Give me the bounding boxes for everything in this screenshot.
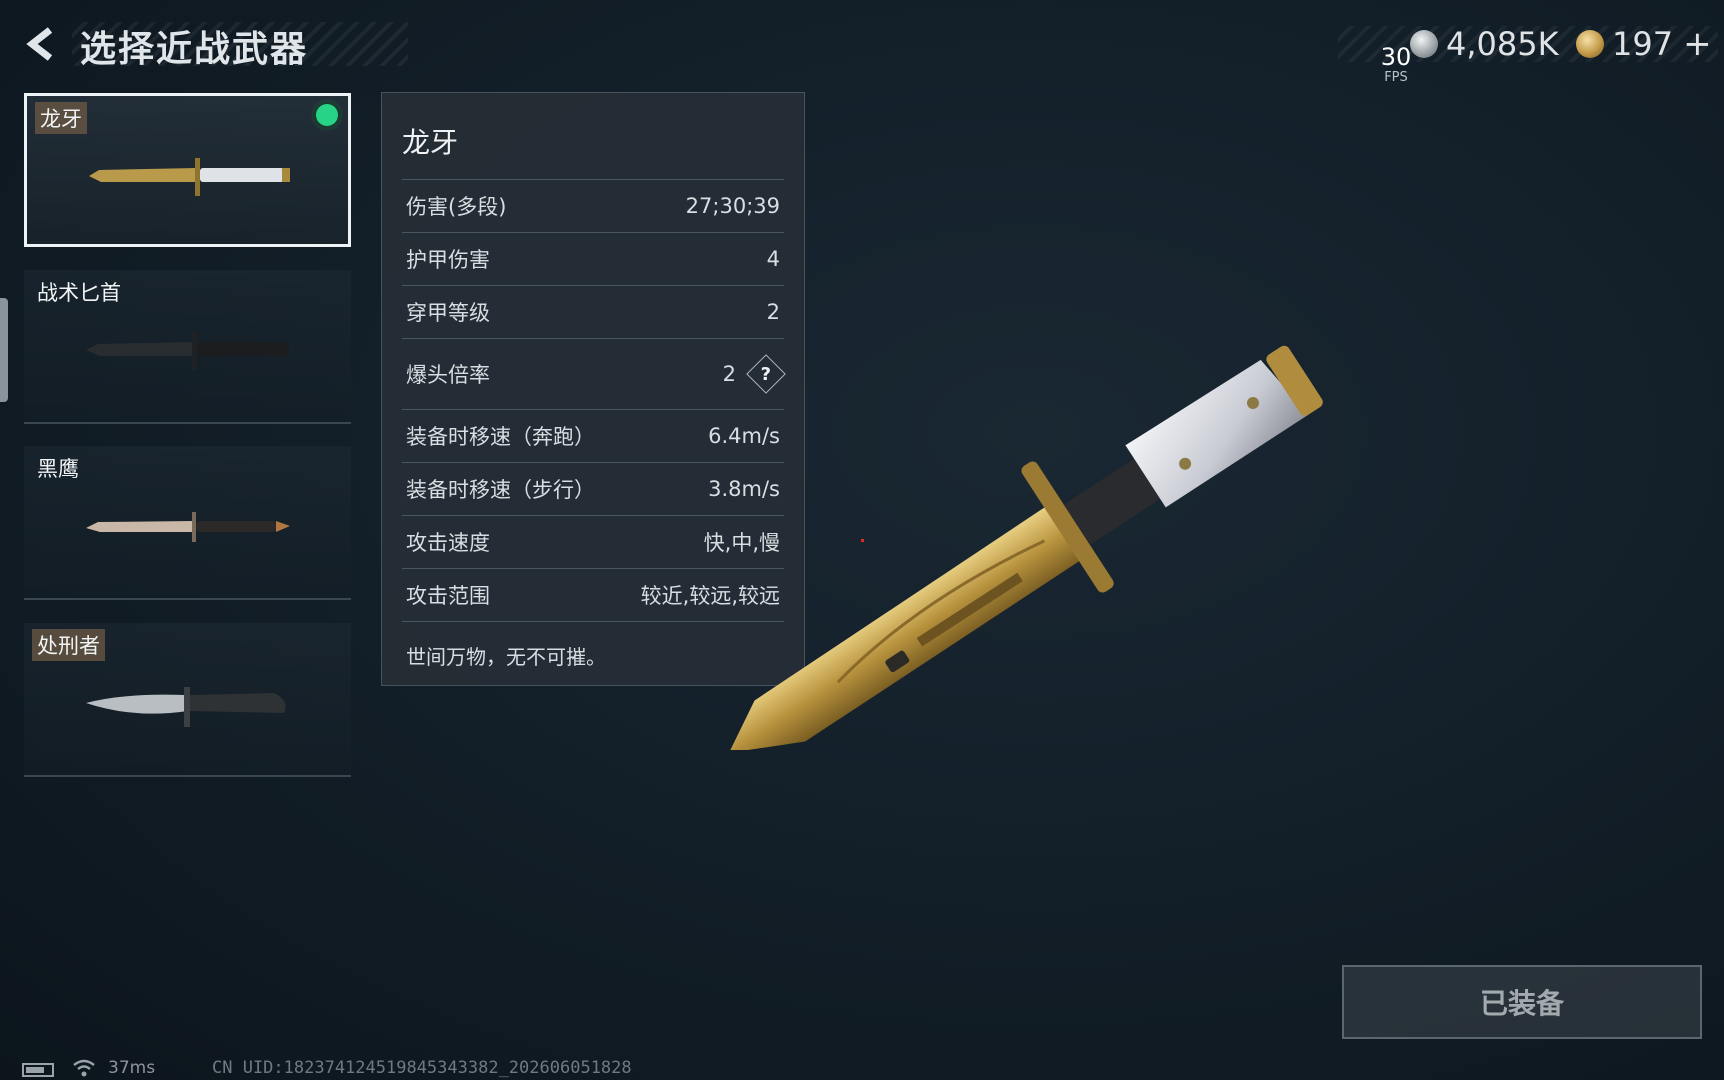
stat-label: 爆头倍率	[406, 363, 490, 387]
executioner-knife-icon	[86, 687, 286, 727]
melee-weapon-select-screen: 选择近战武器 30 FPS 4,085K 197 + 龙牙 战术匕首 黑鹰 处刑…	[0, 0, 1724, 1080]
back-button[interactable]	[20, 22, 64, 66]
stat-row-damage: 伤害(多段) 27;30;39	[402, 179, 784, 232]
tactical-dagger-icon	[86, 332, 289, 370]
ping-latency: 37ms	[108, 1058, 156, 1078]
page-title: 选择近战武器	[80, 29, 309, 70]
silver-coin-icon	[1410, 30, 1438, 58]
list-scrollbar[interactable]	[0, 298, 8, 402]
fps-label: FPS	[1384, 70, 1408, 85]
gold-coin-icon	[1576, 30, 1604, 58]
stat-label: 护甲伤害	[406, 248, 490, 272]
wifi-icon	[73, 1059, 95, 1077]
back-arrow-icon	[26, 27, 53, 61]
crosshair-dot	[861, 539, 864, 542]
stat-value: 27;30;39	[685, 194, 780, 218]
weapon-card-black-hawk[interactable]: 黑鹰	[24, 446, 351, 600]
gold-currency: 197 +	[1576, 25, 1712, 63]
dragon-knife-icon	[89, 158, 290, 196]
add-currency-button[interactable]: +	[1683, 27, 1712, 61]
stat-label: 攻击范围	[406, 584, 490, 608]
weapon-name: 龙牙	[35, 102, 87, 134]
weapon-card-executioner[interactable]: 处刑者	[24, 623, 351, 777]
stat-label: 装备时移速（步行）	[406, 478, 595, 502]
stat-label: 攻击速度	[406, 531, 490, 555]
silver-amount: 4,085K	[1446, 25, 1559, 63]
silver-currency: 4,085K	[1410, 25, 1559, 63]
battery-icon	[22, 1063, 54, 1077]
equipped-indicator-icon	[316, 104, 338, 126]
weapon-card-longya[interactable]: 龙牙	[24, 93, 351, 247]
gold-amount: 197	[1612, 25, 1674, 63]
stat-value: 2	[766, 300, 780, 324]
black-hawk-knife-icon	[86, 512, 290, 542]
panel-title: 龙牙	[402, 126, 459, 159]
stat-label: 伤害(多段)	[406, 195, 507, 219]
flavor-text: 世间万物，无不可摧。	[406, 645, 606, 669]
weapon-name: 处刑者	[32, 629, 105, 661]
weapon-card-tactical-dagger[interactable]: 战术匕首	[24, 270, 351, 424]
stat-row-armor-damage: 护甲伤害 4	[402, 232, 784, 285]
stat-label: 穿甲等级	[406, 301, 490, 325]
dragon-knife-model	[728, 345, 1323, 750]
user-uid: CN UID:182374124519845343382_20260605182…	[212, 1058, 632, 1078]
weapon-name: 黑鹰	[37, 457, 79, 481]
weapon-name: 战术匕首	[37, 281, 121, 305]
stat-value: 4	[766, 247, 780, 271]
equipped-button[interactable]: 已装备	[1342, 965, 1702, 1039]
stat-label: 装备时移速（奔跑）	[406, 425, 595, 449]
